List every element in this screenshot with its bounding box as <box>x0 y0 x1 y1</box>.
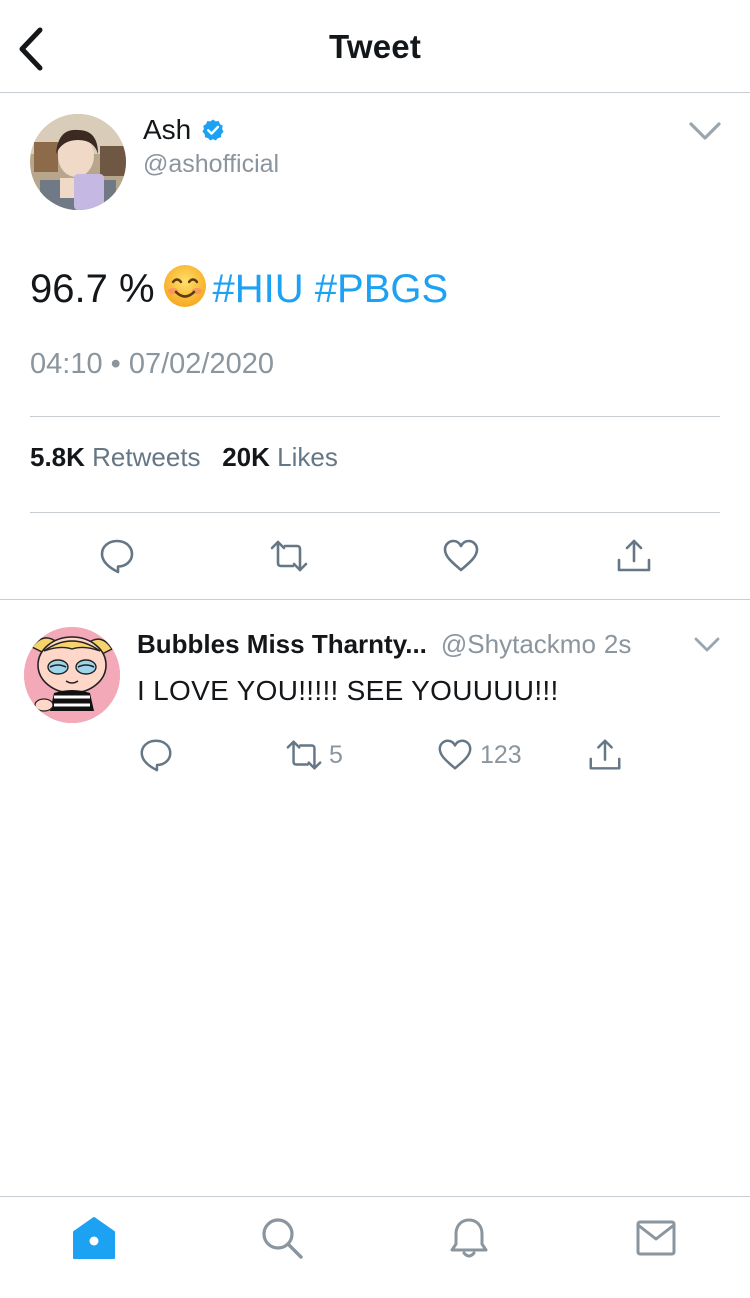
avatar-cartoon <box>24 627 120 723</box>
likes-stat[interactable]: 20K Likes <box>222 442 338 472</box>
likes-label: Likes <box>277 442 338 472</box>
likes-count: 20K <box>222 442 270 472</box>
verified-badge-icon <box>202 119 224 141</box>
reply-author-name[interactable]: Bubbles Miss Tharnty... <box>137 629 427 659</box>
heart-icon <box>438 739 472 770</box>
reply-icon[interactable] <box>97 536 137 576</box>
tab-bar <box>0 1196 750 1298</box>
tweet-text: 96.7 % #HIU #PBGS <box>30 264 448 312</box>
page-title: Tweet <box>328 28 422 65</box>
reply-author-handle[interactable]: @Shytackmo <box>441 629 596 659</box>
like-button[interactable]: 123 <box>436 735 522 775</box>
retweets-stat[interactable]: 5.8K Retweets <box>30 442 201 472</box>
avatar[interactable] <box>24 627 120 723</box>
retweets-count: 5.8K <box>30 442 85 472</box>
retweet-icon <box>286 740 322 770</box>
navigation-bar: Tweet <box>0 0 750 93</box>
retweet-button[interactable]: 5 <box>285 735 343 775</box>
author-handle[interactable]: @ashofficial <box>143 150 279 179</box>
author-name[interactable]: Ash <box>143 114 191 146</box>
avatar[interactable] <box>30 114 126 210</box>
reply-time: 2s <box>603 629 632 659</box>
search-icon[interactable] <box>259 1215 305 1261</box>
chevron-down-icon[interactable] <box>688 120 722 142</box>
hashtag-link[interactable]: #HIU <box>213 267 304 311</box>
reply-header: Bubbles Miss Tharnty... @Shytackmo 2s <box>137 629 631 660</box>
retweets-label: Retweets <box>92 442 201 472</box>
heart-icon[interactable] <box>441 536 481 576</box>
hashtag-link[interactable]: #PBGS <box>315 267 448 311</box>
share-icon[interactable] <box>614 536 654 576</box>
divider <box>30 512 720 513</box>
retweet-count: 5 <box>329 740 343 769</box>
reply-text: I LOVE YOU!!!!! SEE YOUUUU!!! <box>137 675 559 706</box>
bell-icon[interactable] <box>446 1215 492 1261</box>
reply-button[interactable] <box>137 735 175 775</box>
avatar-photo <box>30 114 126 210</box>
share-button[interactable] <box>586 735 624 775</box>
tweet-body: 96.7 % <box>30 267 155 311</box>
reply-icon <box>140 739 172 772</box>
divider <box>30 416 720 417</box>
chevron-down-icon[interactable] <box>694 637 720 653</box>
mail-icon[interactable] <box>633 1215 679 1261</box>
home-icon[interactable] <box>71 1215 117 1261</box>
retweet-icon[interactable] <box>269 536 309 576</box>
main-tweet: Ash @ashofficial 96.7 % #HIU #PBGS 04:10… <box>0 94 750 600</box>
smiling-face-emoji <box>163 265 206 307</box>
tweet-timestamp: 04:10 • 07/02/2020 <box>30 348 274 380</box>
share-icon <box>589 739 621 770</box>
reply-tweet[interactable]: Bubbles Miss Tharnty... @Shytackmo 2s I LO… <box>0 601 750 801</box>
tweet-stats: 5.8K Retweets 20K Likes <box>30 442 338 473</box>
like-count: 123 <box>480 740 522 769</box>
